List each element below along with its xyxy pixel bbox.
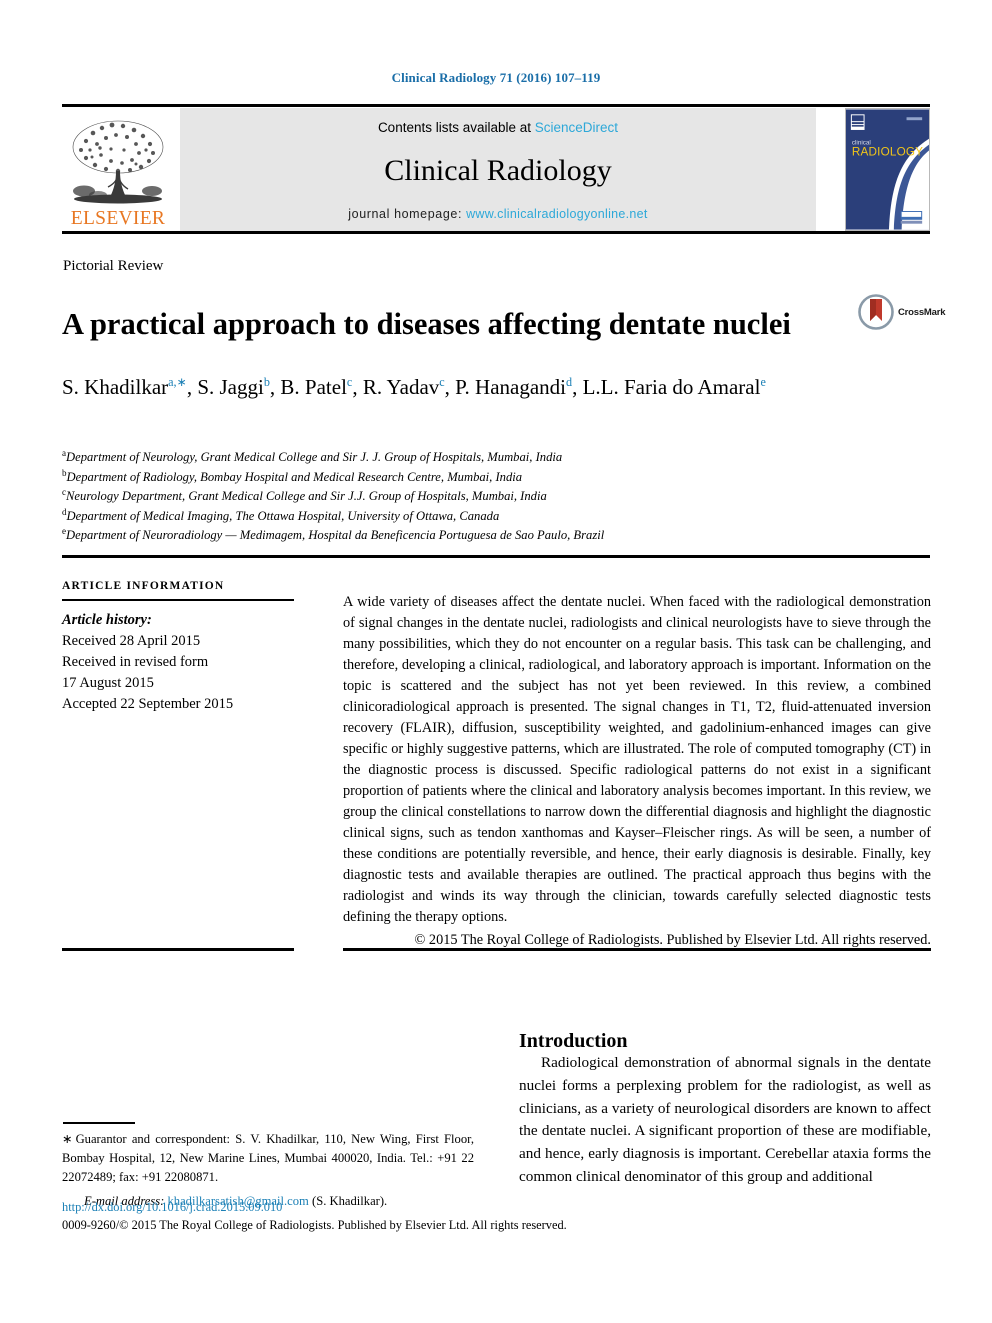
- crossmark-icon: [858, 294, 894, 330]
- abstract-block: A wide variety of diseases affect the de…: [343, 592, 931, 951]
- author-name: S. Khadilkar: [62, 375, 169, 399]
- abstract-block-top-rule: [62, 555, 930, 558]
- abstract-body: A wide variety of diseases affect the de…: [343, 594, 931, 926]
- journal-homepage-link[interactable]: www.clinicalradiologyonline.net: [466, 207, 648, 221]
- affiliation-text: Department of Neuroradiology — Medimagem…: [66, 528, 605, 543]
- article-page: Clinical Radiology 71 (2016) 107–119 ELS…: [0, 0, 992, 1323]
- author-item: P. Hanagandid: [455, 375, 572, 399]
- affiliation-text: Department of Medical Imaging, The Ottaw…: [66, 508, 500, 523]
- article-history-line: Received in revised form: [62, 654, 209, 671]
- correspondence-line: ∗ Guarantor and correspondent: S. V. Khad…: [62, 1130, 474, 1187]
- author-name: P. Hanagandi: [455, 375, 566, 399]
- author-item: S. Jaggib: [197, 375, 270, 399]
- affiliation-item: eDepartment of Neuroradiology — Medimage…: [62, 526, 922, 546]
- article-history-line: 17 August 2015: [62, 675, 154, 692]
- affiliation-item: cNeurology Department, Grant Medical Col…: [62, 487, 922, 507]
- author-separator: ,: [269, 375, 281, 399]
- author-separator: ,: [352, 375, 363, 399]
- footnote-separator-rule: [63, 1122, 135, 1124]
- sciencedirect-link[interactable]: ScienceDirect: [535, 120, 618, 135]
- cover-artwork: clinical RADIOLOGY: [846, 109, 929, 230]
- page-title: A practical approach to diseases affecti…: [62, 307, 791, 342]
- author-affiliation-mark[interactable]: a,∗: [168, 375, 187, 389]
- doi-link[interactable]: http://dx.doi.org/10.1016/j.crad.2015.09…: [62, 1200, 282, 1215]
- journal-masthead: ELSEVIER Contents lists available at Sci…: [62, 104, 930, 234]
- correspondence-star: ∗: [62, 1132, 73, 1146]
- article-information-heading: ARTICLE INFORMATION: [62, 580, 225, 592]
- masthead-bottom-rule: [62, 231, 930, 234]
- article-information-block: ARTICLE INFORMATION Article history: Rec…: [62, 580, 302, 715]
- author-separator: ,: [186, 375, 198, 399]
- article-info-bottom-rule: [62, 948, 294, 951]
- introduction-heading: Introduction: [519, 1029, 628, 1052]
- email-owner: (S. Khadilkar).: [312, 1194, 388, 1209]
- author-item: S. Khadilkara,∗: [62, 375, 187, 399]
- affiliation-text: Department of Radiology, Bombay Hospital…: [66, 469, 523, 484]
- journal-name: Clinical Radiology: [384, 154, 612, 187]
- masthead-top-rule: [62, 104, 930, 107]
- author-name: R. Yadav: [362, 375, 440, 399]
- author-separator: ,: [444, 375, 456, 399]
- author-name: S. Jaggi: [197, 375, 264, 399]
- homepage-prefix: journal homepage:: [348, 207, 467, 221]
- contents-list-line: Contents lists available at ScienceDirec…: [378, 120, 618, 135]
- article-history-label: Article history:: [62, 612, 152, 628]
- crossmark-label: CrossMark: [898, 306, 946, 318]
- author-separator: ,: [572, 375, 583, 399]
- contents-prefix: Contents lists available at: [377, 120, 535, 135]
- author-name: L.L. Faria do Amaral: [582, 375, 761, 399]
- affiliation-item: bDepartment of Radiology, Bombay Hospita…: [62, 468, 922, 488]
- crossmark-badge[interactable]: CrossMark: [858, 291, 946, 333]
- svg-text:RADIOLOGY: RADIOLOGY: [852, 145, 923, 158]
- author-item: B. Patelc: [280, 375, 352, 399]
- article-information-rule: [62, 599, 294, 601]
- elsevier-logo: ELSEVIER: [62, 108, 174, 231]
- elsevier-wordmark: ELSEVIER: [70, 207, 166, 229]
- introduction-body: Radiological demonstration of abnormal s…: [519, 1054, 931, 1185]
- affiliation-text: Department of Neurology, Grant Medical C…: [66, 450, 563, 464]
- author-affiliation-mark[interactable]: e: [760, 375, 765, 389]
- author-name: B. Patel: [280, 375, 347, 399]
- elsevier-tree-icon: [72, 120, 164, 203]
- author-list: S. Khadilkara,∗, S. Jaggib, B. Patelc, R…: [62, 373, 882, 402]
- article-history-line: Received 28 April 2015: [62, 633, 201, 650]
- masthead-center-panel: Contents lists available at ScienceDirec…: [180, 108, 816, 231]
- affiliation-text: Neurology Department, Grant Medical Coll…: [66, 489, 547, 504]
- running-head: Clinical Radiology 71 (2016) 107–119: [391, 70, 601, 85]
- journal-homepage-line: journal homepage: www.clinicalradiologyo…: [348, 207, 647, 221]
- author-item: L.L. Faria do Amarale: [583, 375, 766, 399]
- correspondence-text: Guarantor and correspondent: S. V. Khadi…: [62, 1132, 474, 1185]
- footer-copyright: 0009-9260/© 2015 The Royal College of Ra…: [62, 1218, 567, 1232]
- affiliation-item: aDepartment of Neurology, Grant Medical …: [62, 448, 922, 468]
- affiliation-list: aDepartment of Neurology, Grant Medical …: [62, 448, 922, 546]
- abstract-copyright: © 2015 The Royal College of Radiologists…: [414, 932, 932, 949]
- affiliation-item: dDepartment of Medical Imaging, The Otta…: [62, 507, 922, 527]
- article-history-line: Accepted 22 September 2015: [62, 696, 234, 713]
- journal-cover-thumbnail[interactable]: clinical RADIOLOGY: [845, 108, 930, 231]
- article-type-label: Pictorial Review: [63, 258, 164, 274]
- author-item: R. Yadavc: [363, 375, 445, 399]
